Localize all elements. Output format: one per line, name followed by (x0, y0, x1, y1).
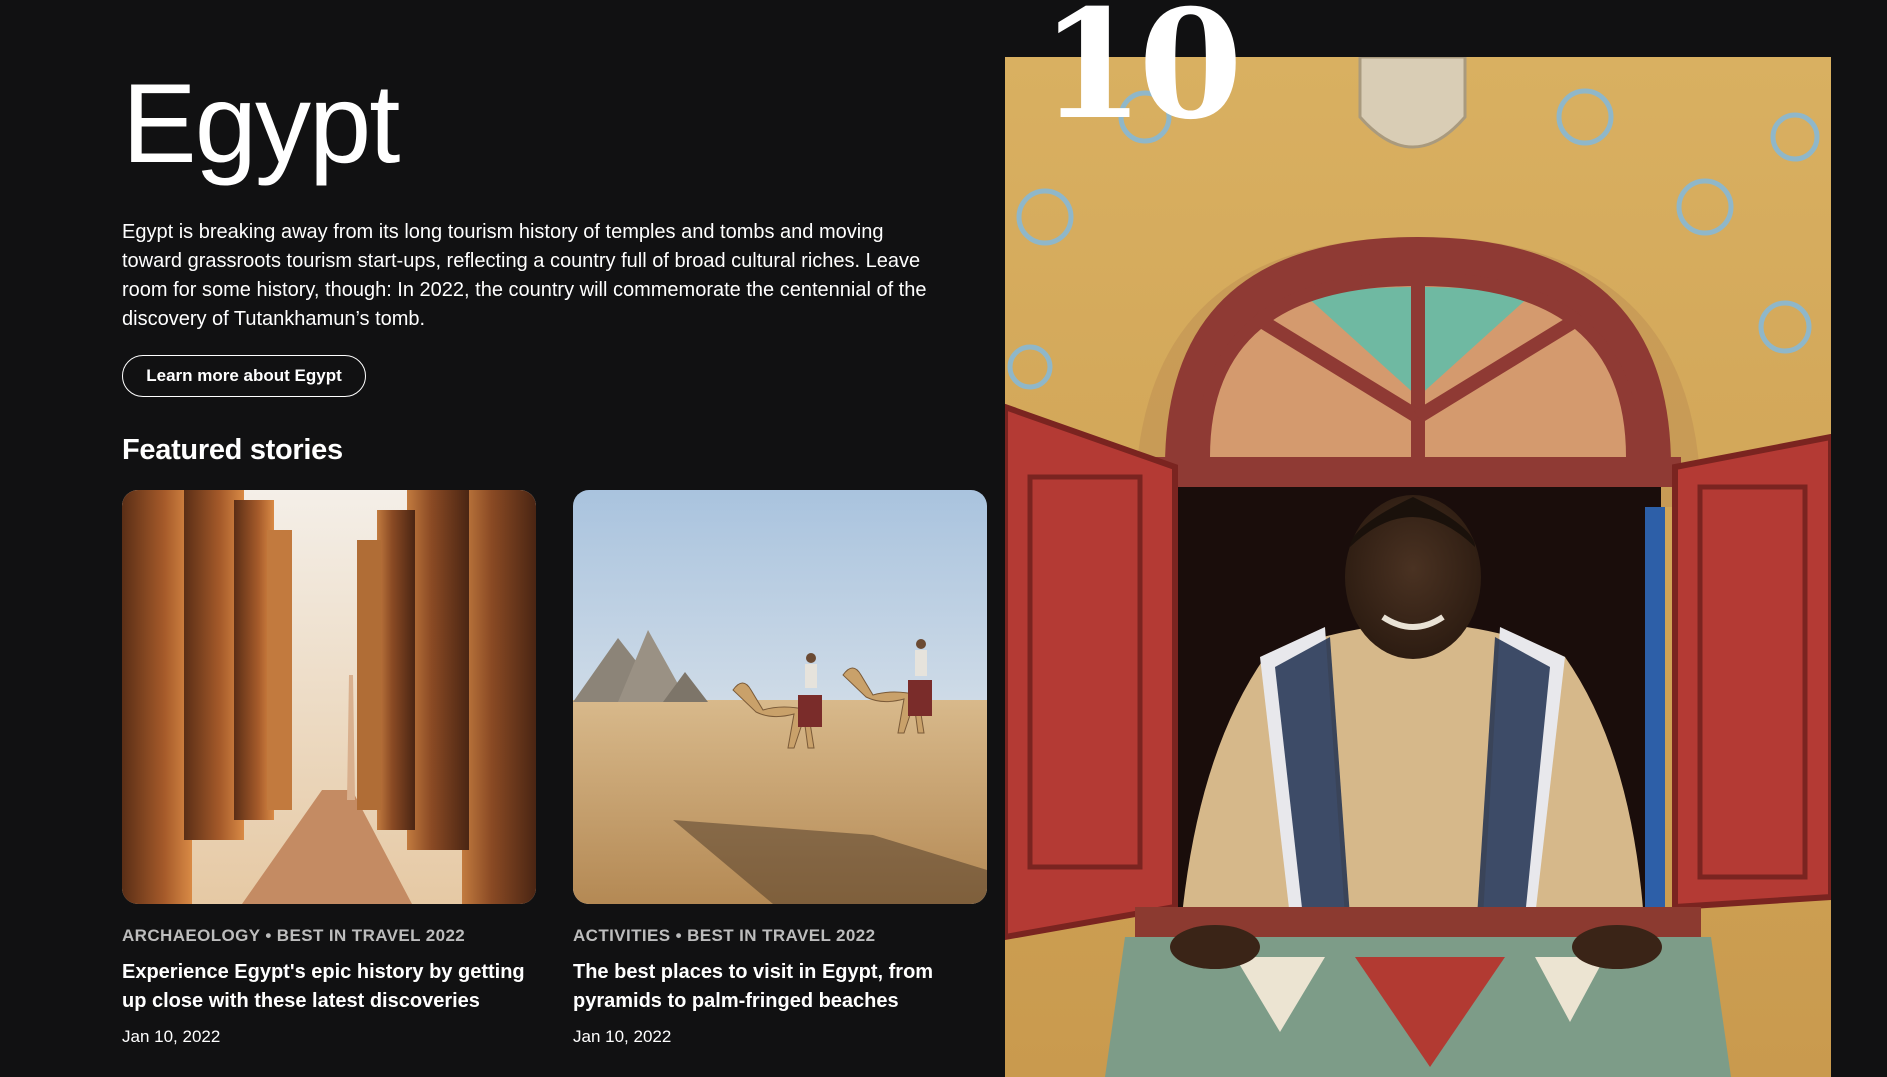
hero-image-man-at-window (1005, 57, 1831, 1077)
learn-more-button[interactable]: Learn more about Egypt (122, 355, 366, 397)
story-card[interactable]: ARCHAEOLOGY • BEST IN TRAVEL 2022 Experi… (122, 490, 536, 1047)
story-category: ARCHAEOLOGY • BEST IN TRAVEL 2022 (122, 926, 466, 945)
story-date: Jan 10, 2022 (122, 1027, 221, 1046)
story-date: Jan 10, 2022 (573, 1027, 672, 1046)
destination-rank-number: 10 (1040, 0, 1243, 153)
story-card[interactable]: ACTIVITIES • BEST IN TRAVEL 2022 The bes… (573, 490, 987, 1047)
page-title: Egypt (122, 61, 400, 186)
story-image-temple-columns[interactable] (122, 490, 536, 904)
story-category: ACTIVITIES • BEST IN TRAVEL 2022 (573, 926, 876, 945)
story-image-pyramids-camels[interactable] (573, 490, 987, 904)
story-headline-link[interactable]: Experience Egypt's epic history by getti… (122, 958, 536, 1016)
story-headline-link[interactable]: The best places to visit in Egypt, from … (573, 958, 987, 1016)
destination-description: Egypt is breaking away from its long tou… (122, 221, 927, 330)
featured-stories-heading: Featured stories (122, 434, 343, 466)
